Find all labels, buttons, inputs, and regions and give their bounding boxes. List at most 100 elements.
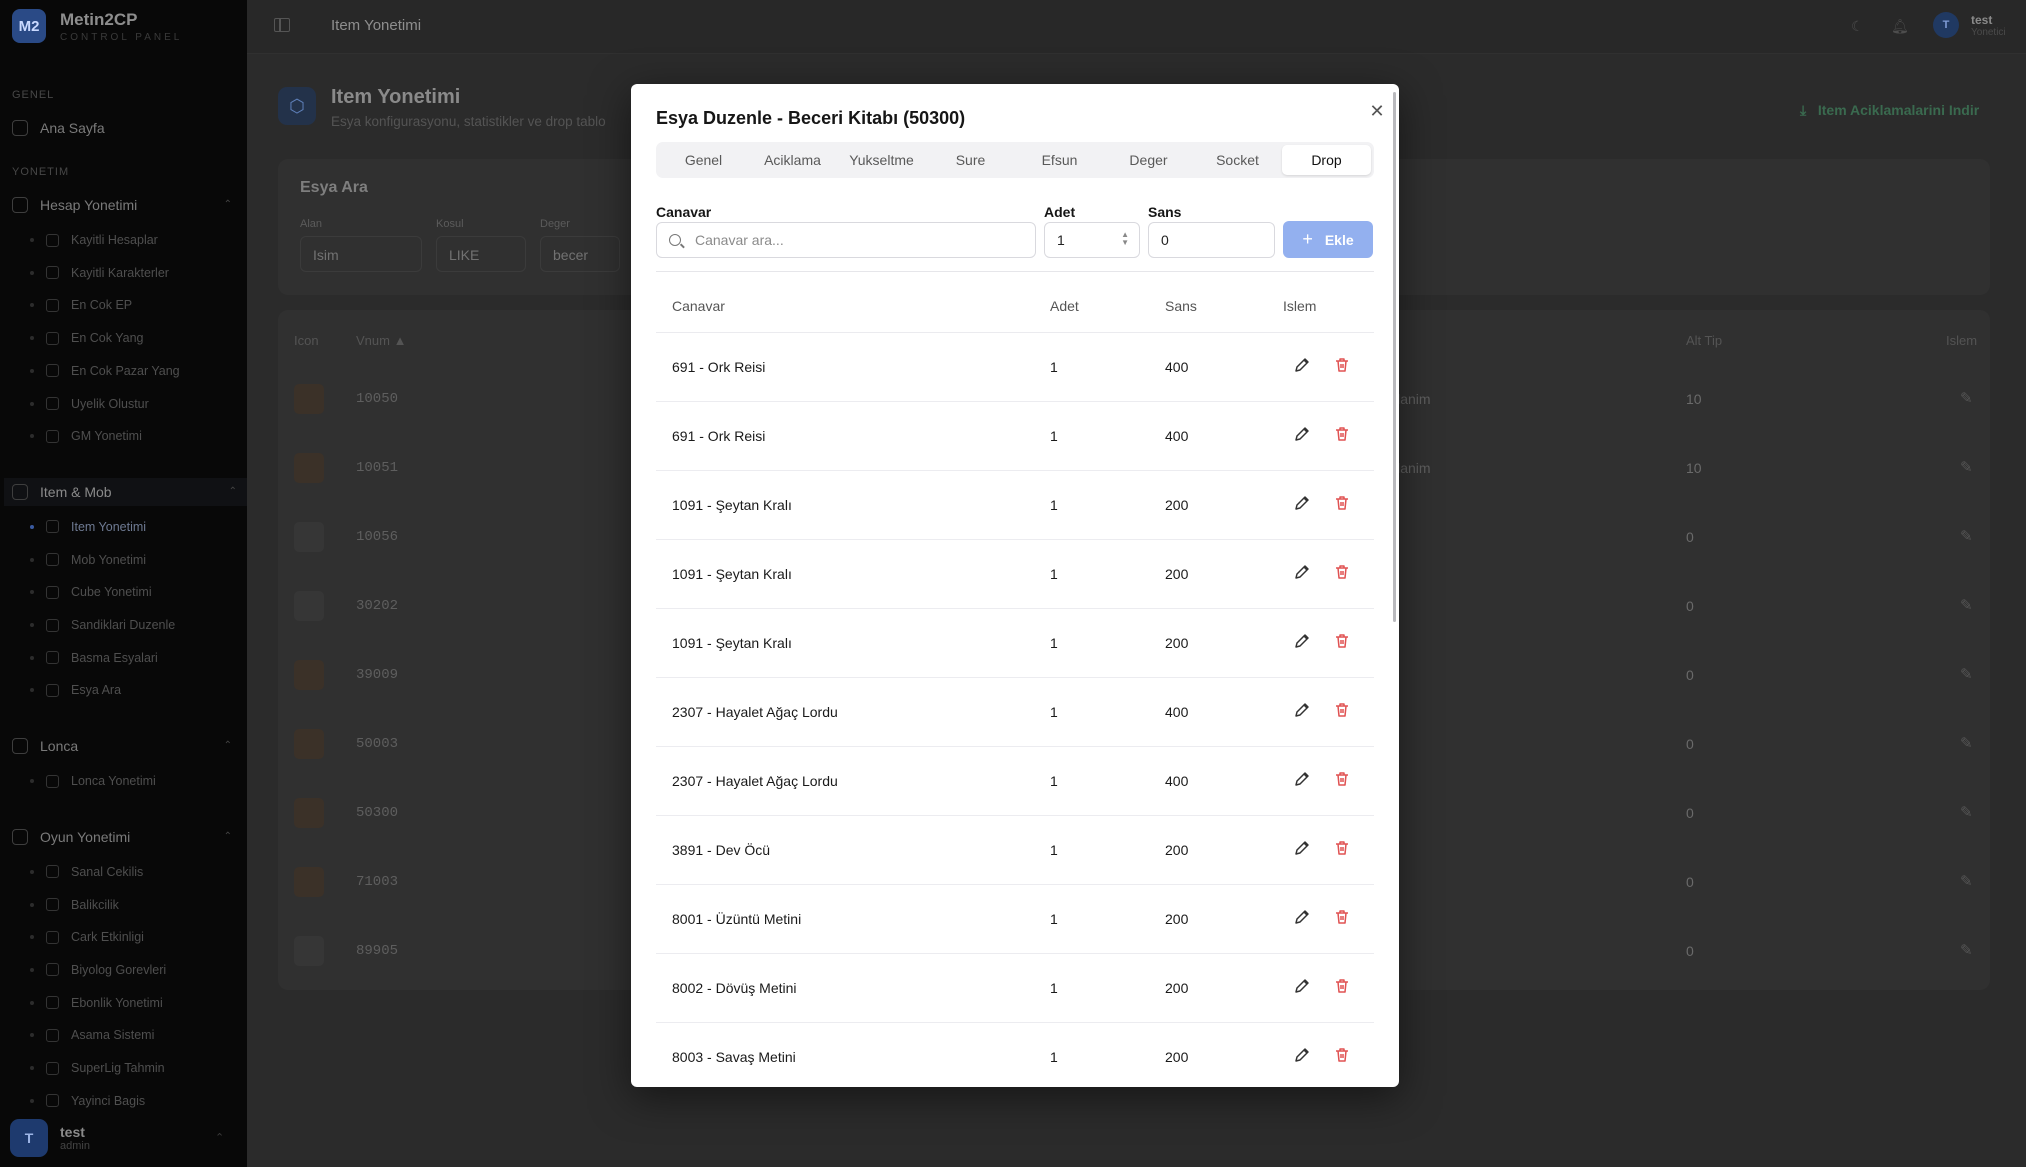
theme-toggle-icon[interactable]: ☾ — [1851, 18, 1867, 34]
tab-aciklama[interactable]: Aciklama — [748, 145, 837, 175]
edit-icon[interactable] — [1292, 907, 1312, 927]
sidebar-subitem[interactable]: Mob Yonetimi — [30, 547, 240, 573]
sidebar-subitem[interactable]: Balikcilik — [30, 892, 240, 918]
edit-icon[interactable] — [1292, 631, 1312, 651]
count-cell: 1 — [1050, 842, 1058, 858]
sidebar-group-0[interactable]: Hesap Yonetimi ⌃ — [12, 191, 242, 219]
trash-icon[interactable] — [1332, 769, 1352, 789]
edit-icon[interactable] — [1292, 355, 1312, 375]
trash-icon[interactable] — [1332, 976, 1352, 996]
sidebar-subitem[interactable]: Yayinci Bagis — [30, 1088, 240, 1114]
col-vnum[interactable]: Vnum ▲ — [356, 333, 406, 348]
sidebar-subitem[interactable]: Kayitli Karakterler — [30, 260, 240, 286]
item-icon — [294, 384, 324, 414]
tab-socket[interactable]: Socket — [1193, 145, 1282, 175]
sidebar-subitem[interactable]: GM Yonetimi — [30, 423, 240, 449]
sidebar-subitem[interactable]: Asama Sistemi — [30, 1022, 240, 1048]
edit-icon[interactable] — [1292, 1045, 1312, 1065]
condition-select[interactable]: LIKE — [436, 236, 526, 272]
sidebar-group-3[interactable]: Oyun Yonetimi ⌃ — [12, 823, 242, 851]
sidebar-subitem[interactable]: En Cok Pazar Yang — [30, 358, 240, 384]
alt-tip-cell: 10 — [1686, 391, 1702, 407]
sidebar-subitem[interactable]: Lonca Yonetimi — [30, 768, 240, 794]
sidebar-subitem[interactable]: Basma Esyalari — [30, 645, 240, 671]
edit-icon[interactable] — [1292, 769, 1312, 789]
alt-tip-cell: 0 — [1686, 943, 1694, 959]
edit-icon[interactable]: ✎ — [1960, 941, 1973, 959]
edit-icon[interactable]: ✎ — [1960, 803, 1973, 821]
edit-icon[interactable] — [1292, 838, 1312, 858]
sidebar-item-home[interactable]: Ana Sayfa — [12, 114, 242, 142]
trash-icon[interactable] — [1332, 562, 1352, 582]
add-button[interactable]: + Ekle — [1283, 221, 1373, 258]
sidebar-subitem[interactable]: Item Yonetimi — [30, 514, 240, 540]
sidebar-subitem[interactable]: Esya Ara — [30, 677, 240, 703]
bell-icon[interactable]: 🔔︎ — [1891, 18, 1909, 34]
edit-icon[interactable] — [1292, 976, 1312, 996]
edit-icon[interactable] — [1292, 424, 1312, 444]
tab-efsun[interactable]: Efsun — [1015, 145, 1104, 175]
avatar: T — [1933, 12, 1959, 38]
edit-icon[interactable] — [1292, 700, 1312, 720]
trash-icon[interactable] — [1332, 1045, 1352, 1065]
tab-yukseltme[interactable]: Yukseltme — [837, 145, 926, 175]
tab-deger[interactable]: Deger — [1104, 145, 1193, 175]
edit-icon[interactable]: ✎ — [1960, 527, 1973, 545]
trash-icon[interactable] — [1332, 631, 1352, 651]
edit-icon[interactable]: ✎ — [1960, 872, 1973, 890]
vnum-cell: 71003 — [356, 874, 399, 890]
tab-drop[interactable]: Drop — [1282, 145, 1371, 175]
vnum-cell: 10051 — [356, 460, 399, 476]
tab-sure[interactable]: Sure — [926, 145, 1015, 175]
sidebar-group-2[interactable]: Lonca ⌃ — [12, 732, 242, 760]
brand[interactable]: M2 Metin2CP CONTROL PANEL — [12, 9, 182, 43]
edit-icon[interactable] — [1292, 493, 1312, 513]
col-islem: Islem — [1946, 333, 1978, 348]
trash-icon[interactable] — [1332, 907, 1352, 927]
sidebar-subitem[interactable]: Uyelik Olustur — [30, 391, 240, 417]
trash-icon[interactable] — [1332, 424, 1352, 444]
menu-item-icon — [46, 618, 59, 632]
edit-icon[interactable]: ✎ — [1960, 596, 1973, 614]
avatar: T — [10, 1119, 48, 1157]
sidebar-subitem[interactable]: Cark Etkinligi — [30, 924, 240, 950]
sidebar-subitem[interactable]: Ebonlik Yonetimi — [30, 990, 240, 1016]
sidebar-user[interactable]: T test admin ⌃ — [10, 1119, 224, 1157]
type-cell: llanim — [1394, 391, 1431, 407]
count-input[interactable]: 1 ▲ ▼ — [1044, 222, 1140, 258]
trash-icon[interactable] — [1332, 838, 1352, 858]
sidebar-subitem-label: Cark Etkinligi — [71, 930, 144, 945]
sidebar-group-1[interactable]: Item & Mob ⌃ — [4, 477, 247, 506]
edit-icon[interactable]: ✎ — [1960, 389, 1973, 407]
trash-icon[interactable] — [1332, 493, 1352, 513]
stepper-icon[interactable]: ▲ ▼ — [1121, 231, 1129, 247]
download-button[interactable]: ⤓ Item Aciklamalarini Indir — [1800, 102, 1979, 119]
sidebar-subitem[interactable]: En Cok Yang — [30, 325, 240, 351]
header-user[interactable]: T test Yonetici — [1933, 12, 2006, 38]
modal-scrollbar[interactable] — [1393, 92, 1396, 622]
tab-genel[interactable]: Genel — [659, 145, 748, 175]
trash-icon[interactable] — [1332, 355, 1352, 375]
close-icon[interactable]: ✕ — [1366, 100, 1388, 122]
sidebar-subitem[interactable]: En Cok EP — [30, 292, 240, 318]
sidebar-subitem[interactable]: SuperLig Tahmin — [30, 1055, 240, 1081]
chevron-up-icon: ⌃ — [223, 740, 232, 752]
trash-icon[interactable] — [1332, 700, 1352, 720]
monster-search-input[interactable]: Canavar ara... — [656, 222, 1036, 258]
chance-value: 0 — [1161, 232, 1169, 248]
sidebar-subitem[interactable]: Sanal Cekilis — [30, 859, 240, 885]
sidebar-toggle-icon[interactable] — [274, 18, 290, 32]
sidebar-subitem-label: Balikcilik — [71, 897, 119, 912]
chance-input[interactable]: 0 — [1148, 222, 1275, 258]
col-alt-tip: Alt Tip — [1686, 333, 1723, 348]
sidebar-subitem[interactable]: Kayitli Hesaplar — [30, 227, 240, 253]
edit-icon[interactable] — [1292, 562, 1312, 582]
sidebar-subitem[interactable]: Sandiklari Duzenle — [30, 612, 240, 638]
sidebar-subitem[interactable]: Cube Yonetimi — [30, 579, 240, 605]
edit-icon[interactable]: ✎ — [1960, 665, 1973, 683]
value-input[interactable]: becer — [540, 236, 620, 272]
edit-icon[interactable]: ✎ — [1960, 458, 1973, 476]
edit-icon[interactable]: ✎ — [1960, 734, 1973, 752]
sidebar-subitem[interactable]: Biyolog Gorevleri — [30, 957, 240, 983]
field-select[interactable]: Isim — [300, 236, 422, 272]
